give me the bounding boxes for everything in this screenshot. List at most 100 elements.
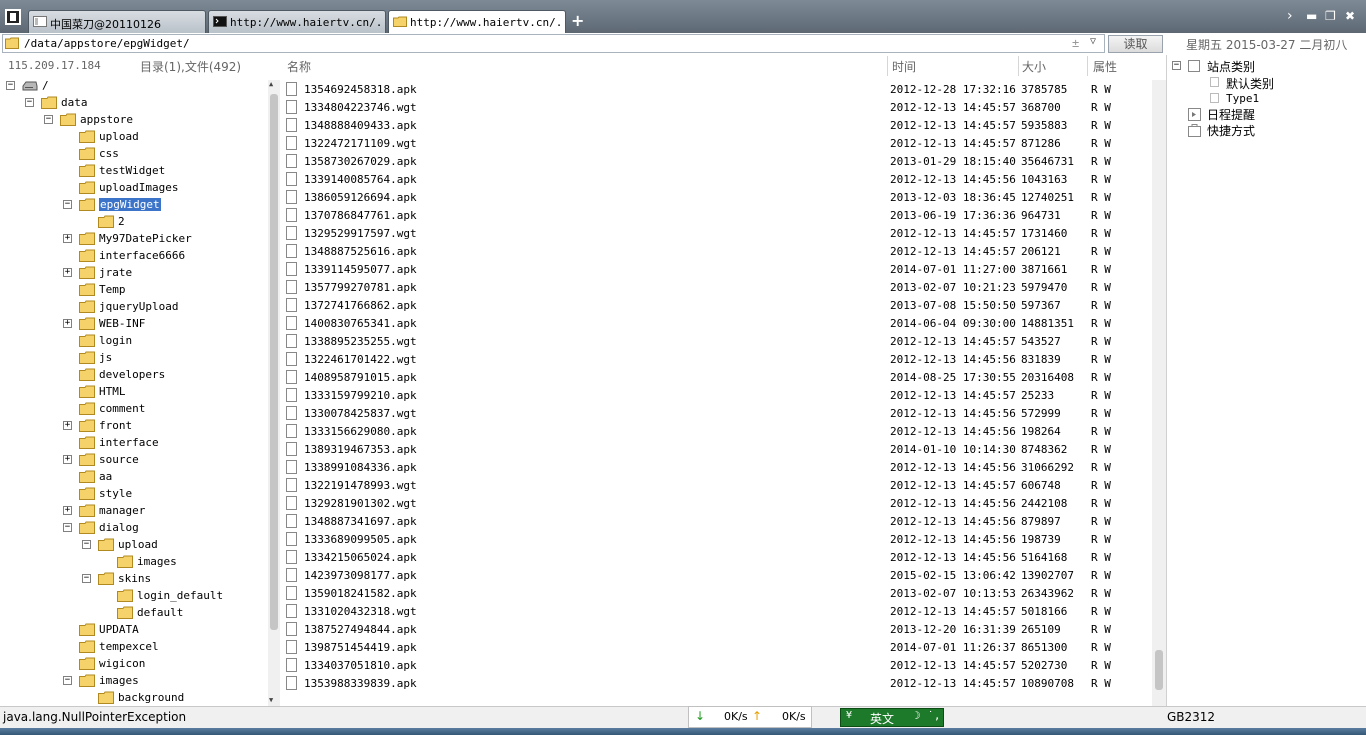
file-row[interactable]: 1329529917597.wgt 2012-12-13 14:45:57 1731…	[281, 224, 1152, 242]
collapse-toggle[interactable]: −	[6, 81, 15, 90]
expand-toggle[interactable]: +	[63, 421, 72, 430]
expand-toggle[interactable]: +	[63, 506, 72, 515]
collapse-toggle[interactable]: −	[44, 115, 53, 124]
column-header-attr[interactable]: 属性	[1093, 58, 1117, 75]
folder-icon	[79, 504, 95, 517]
file-row[interactable]: 1330078425837.wgt 2012-12-13 14:45:56 5729…	[281, 404, 1152, 422]
half-width-icon[interactable]: ☽ ˙,	[914, 709, 941, 722]
file-row[interactable]: 1370786847761.apk 2013-06-19 17:36:36 9647…	[281, 206, 1152, 224]
file-row[interactable]: 1348888409433.apk 2012-12-13 14:45:57 5935…	[281, 116, 1152, 134]
scroll-up-icon[interactable]: ▲	[269, 80, 273, 88]
column-header-size[interactable]: 大小	[1022, 58, 1046, 75]
scroll-down-icon[interactable]: ▼	[269, 696, 273, 704]
file-row[interactable]: 1338895235255.wgt 2012-12-13 14:45:57 5435…	[281, 332, 1152, 350]
expand-toggle[interactable]: +	[63, 319, 72, 328]
file-size: 2442108	[1021, 497, 1068, 510]
file-row[interactable]: 1386059126694.apk 2013-12-03 18:36:45 1274…	[281, 188, 1152, 206]
file-row[interactable]: 1334215065024.apk 2012-12-13 14:45:56 5164…	[281, 548, 1152, 566]
chevron-down-icon[interactable]: ▽	[1090, 36, 1096, 47]
collapse-toggle[interactable]: −	[63, 523, 72, 532]
file-row[interactable]: 1389319467353.apk 2014-01-10 10:14:30 8748…	[281, 440, 1152, 458]
directory-tree[interactable]: − / − data − appstore upload css testWidget uploa…	[0, 78, 268, 706]
file-row[interactable]: 1353988339839.apk 2012-12-13 14:45:57 1089…	[281, 674, 1152, 692]
file-row[interactable]: 1339140085764.apk 2012-12-13 14:45:56 1043…	[281, 170, 1152, 188]
file-row[interactable]: 1358730267029.apk 2013-01-29 18:15:40 3564…	[281, 152, 1152, 170]
file-time: 2014-08-25 17:30:55	[890, 371, 1016, 384]
column-divider[interactable]	[1018, 56, 1019, 76]
column-divider[interactable]	[1087, 56, 1088, 76]
file-row[interactable]: 1322191478993.wgt 2012-12-13 14:45:57 6067…	[281, 476, 1152, 494]
file-row[interactable]: 1348887525616.apk 2012-12-13 14:45:57 2061…	[281, 242, 1152, 260]
tree-node-label: aa	[99, 470, 113, 483]
file-attr: R W	[1091, 407, 1111, 420]
collapse-toggle[interactable]: −	[82, 574, 91, 583]
shortcuts-node[interactable]: 快捷方式	[1207, 122, 1255, 139]
file-size: 5018166	[1021, 605, 1068, 618]
file-row[interactable]: 1359018241582.apk 2013-02-07 10:13:53 2634…	[281, 584, 1152, 602]
collapse-toggle[interactable]: −	[63, 676, 72, 685]
new-tab-button[interactable]: +	[571, 11, 584, 30]
restore-icon[interactable]: ❐	[1325, 9, 1336, 23]
tree-node-label: 2	[118, 215, 125, 228]
file-row[interactable]: 1329281901302.wgt 2012-12-13 14:45:56 2442…	[281, 494, 1152, 512]
chevron-right-icon[interactable]: ›	[1287, 8, 1293, 24]
category-default[interactable]: 默认类别	[1226, 75, 1274, 92]
file-row[interactable]: 1334804223746.wgt 2012-12-13 14:45:57 3687…	[281, 98, 1152, 116]
file-row[interactable]: 1348887341697.apk 2012-12-13 14:45:56 8798…	[281, 512, 1152, 530]
file-list-scroll-thumb[interactable]	[1155, 650, 1163, 690]
file-list-scrollbar[interactable]	[1152, 80, 1166, 706]
schedule-node[interactable]: 日程提醒	[1207, 106, 1255, 123]
file-row[interactable]: 1339114595077.apk 2014-07-01 11:27:00 3871…	[281, 260, 1152, 278]
folder-icon	[5, 37, 19, 49]
file-row[interactable]: 1333159799210.apk 2012-12-13 14:45:57 2523…	[281, 386, 1152, 404]
file-row[interactable]: 1331020432318.wgt 2012-12-13 14:45:57 5018…	[281, 602, 1152, 620]
file-size: 879897	[1021, 515, 1061, 528]
file-list[interactable]: 1354692458318.apk 2012-12-28 17:32:16 3785…	[281, 78, 1152, 706]
expand-toggle[interactable]: +	[63, 234, 72, 243]
file-row[interactable]: 1322472171109.wgt 2012-12-13 14:45:57 8712…	[281, 134, 1152, 152]
column-divider[interactable]	[887, 56, 888, 76]
tab-caidao[interactable]: 中国菜刀@20110126	[28, 10, 206, 33]
collapse-toggle[interactable]: −	[25, 98, 34, 107]
file-row[interactable]: 1338991084336.apk 2012-12-13 14:45:56 3106…	[281, 458, 1152, 476]
file-row[interactable]: 1372741766862.apk 2013-07-08 15:50:50 5973…	[281, 296, 1152, 314]
tab-filemanager[interactable]: http://www.haiertv.cn/...	[388, 10, 566, 34]
drive-icon	[22, 81, 38, 91]
collapse-toggle[interactable]: −	[82, 540, 91, 549]
file-row[interactable]: 1354692458318.apk 2012-12-28 17:32:16 3785…	[281, 80, 1152, 98]
plus-minus-icon[interactable]: ±	[1072, 36, 1079, 50]
file-row[interactable]: 1387527494844.apk 2013-12-20 16:31:39 2651…	[281, 620, 1152, 638]
file-row[interactable]: 1400830765341.apk 2014-06-04 09:30:00 1488…	[281, 314, 1152, 332]
column-header-time[interactable]: 时间	[892, 58, 916, 75]
close-icon[interactable]: ✖	[1345, 9, 1355, 23]
file-row[interactable]: 1398751454419.apk 2014-07-01 11:26:37 8651…	[281, 638, 1152, 656]
site-category-node[interactable]: 站点类别	[1207, 58, 1255, 75]
ime-menu-icon[interactable]: ¥	[846, 710, 852, 721]
file-row[interactable]: 1322461701422.wgt 2012-12-13 14:45:56 8318…	[281, 350, 1152, 368]
file-row[interactable]: 1408958791015.apk 2014-08-25 17:30:55 2031…	[281, 368, 1152, 386]
folder-icon	[393, 16, 407, 27]
folder-icon	[79, 487, 95, 500]
tab-terminal[interactable]: http://www.haiertv.cn/...	[208, 10, 386, 33]
collapse-toggle[interactable]: −	[63, 200, 72, 209]
collapse-toggle[interactable]: −	[1172, 61, 1181, 70]
file-row[interactable]: 1334037051810.apk 2012-12-13 14:45:57 5202…	[281, 656, 1152, 674]
expand-toggle[interactable]: +	[63, 455, 72, 464]
file-name: 1329281901302.wgt	[304, 497, 417, 510]
file-row[interactable]: 1333156629080.apk 2012-12-13 14:45:56 1982…	[281, 422, 1152, 440]
read-button[interactable]: 读取	[1108, 35, 1163, 53]
file-row[interactable]: 1333689099505.apk 2012-12-13 14:45:56 1987…	[281, 530, 1152, 548]
tree-scroll-thumb[interactable]	[270, 94, 278, 630]
category-type1[interactable]: Type1	[1226, 92, 1259, 105]
ime-language[interactable]: 英文	[870, 710, 894, 727]
right-panel	[1166, 55, 1366, 706]
folder-icon	[79, 249, 95, 262]
minimize-icon[interactable]: ▬	[1306, 9, 1317, 23]
expand-toggle[interactable]: +	[63, 268, 72, 277]
file-row[interactable]: 1357799270781.apk 2013-02-07 10:21:23 5979…	[281, 278, 1152, 296]
app-menu-icon[interactable]	[5, 9, 21, 25]
file-row[interactable]: 1423973098177.apk 2015-02-15 13:06:42 1390…	[281, 566, 1152, 584]
column-header-name[interactable]: 名称	[287, 58, 311, 75]
tree-node-label: Temp	[99, 283, 126, 296]
file-name: 1354692458318.apk	[304, 83, 417, 96]
